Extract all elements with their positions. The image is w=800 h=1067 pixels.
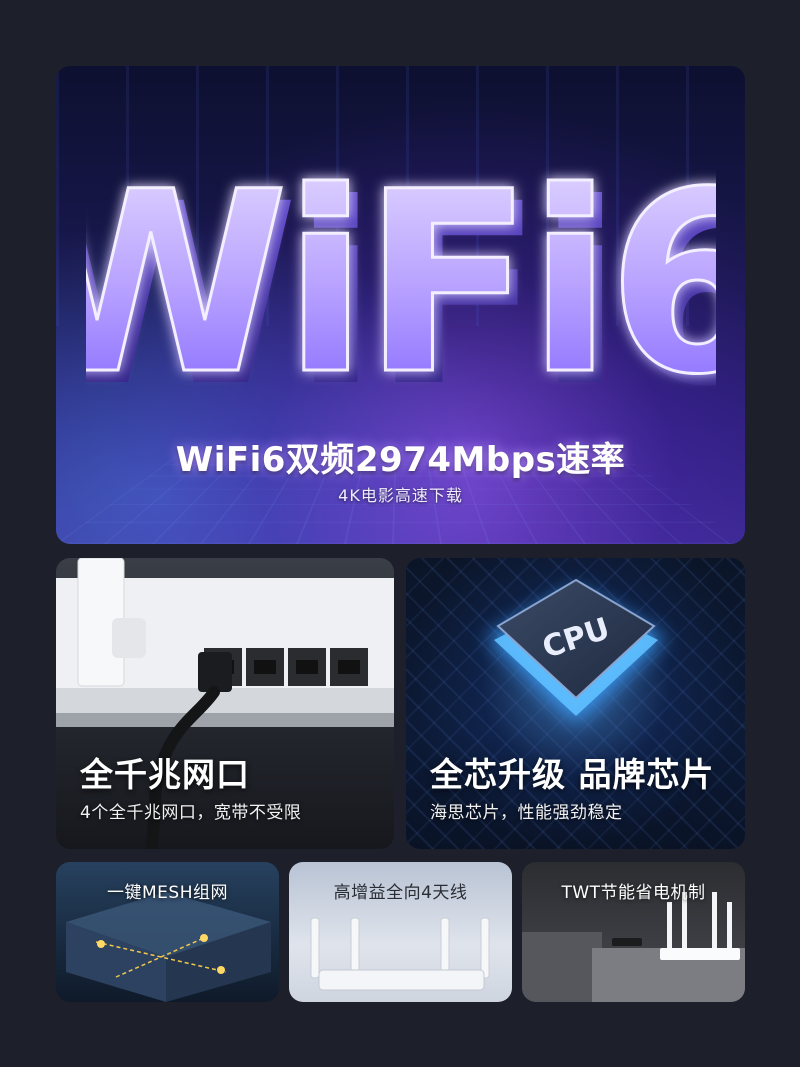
feature-title: 全芯升级 品牌芯片	[430, 755, 715, 794]
mini-feature-label: 一键MESH组网	[107, 883, 228, 903]
logo-face: WiFi6	[86, 138, 716, 429]
gigabit-ports-card: 全千兆网口 4个全千兆网口，宽带不受限	[56, 558, 394, 849]
mini-feature-label: 高增益全向4天线	[333, 883, 468, 903]
hero-headline: WiFi6双频2974Mbps速率	[175, 440, 626, 480]
mesh-card: 一键MESH组网	[56, 862, 279, 1002]
feature-subtitle: 海思芯片，性能强劲稳定	[430, 803, 623, 823]
ethernet-plug	[198, 652, 232, 692]
feature-subtitle: 4个全千兆网口，宽带不受限	[80, 803, 302, 823]
hero-subline: 4K电影高速下载	[338, 486, 463, 505]
mini-feature-label: TWT节能省电机制	[561, 883, 706, 903]
wifi6-logo: WiFi6 WiFi6	[86, 137, 716, 435]
hero-banner: WiFi6 WiFi6 WiFi6双频2974Mbps速率 4K电影高速下载	[56, 66, 745, 544]
feature-title: 全千兆网口	[80, 755, 250, 794]
antenna-card: 高增益全向4天线	[289, 862, 512, 1002]
twt-card: TWT节能省电机制	[522, 862, 745, 1002]
chip-upgrade-card: CPU 全芯升级 品牌芯片 海思芯片，性能强劲稳定	[406, 558, 745, 849]
